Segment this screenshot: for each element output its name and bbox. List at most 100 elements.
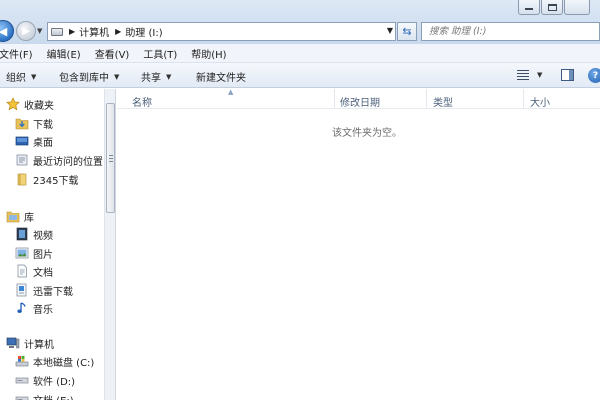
refresh-icon: ⇆ [402,25,412,38]
file-list-pane[interactable]: ▲ 名称 修改日期 类型 大小 该文件夹为空。 [117,88,600,400]
minimize-icon [525,8,533,10]
refresh-button[interactable]: ⇆ [397,22,417,41]
new-folder-button[interactable]: 新建文件夹 [196,69,246,84]
nav-item-drive-d[interactable]: 软件 (D:) [15,371,75,389]
nav-item-label: 视频 [33,230,53,242]
breadcrumb-separator-icon[interactable]: ▶ [69,27,75,36]
nav-item-pictures[interactable]: 图片 [15,244,53,262]
nav-item-label: 软件 (D:) [33,376,76,388]
command-bar: 组织 ▼ 包含到库中 ▼ 共享 ▼ 新建文件夹 ▼ ? [0,63,600,88]
column-size-header[interactable]: 大小 [530,94,550,109]
nav-libraries-label: 库 [24,212,34,224]
nav-item-label: 音乐 [33,304,53,316]
menu-file[interactable]: 文件(F) [0,46,33,61]
nav-item-drive-e[interactable]: 文档 (E:) [15,390,74,400]
hard-drive-icon [15,377,29,384]
forward-arrow-icon: ▶ [22,25,30,37]
nav-item-videos[interactable]: 视频 [15,225,53,243]
music-note-icon [17,302,26,313]
nav-item-label: 图片 [33,249,53,261]
column-name-header[interactable]: 名称 [132,94,152,109]
share-label: 共享 [141,73,161,84]
star-icon [6,97,20,111]
hard-drive-icon [15,396,29,400]
desktop-icon [15,136,29,146]
preview-pane-icon[interactable] [561,69,574,81]
menu-view[interactable]: 查看(V) [95,46,130,61]
menu-tools[interactable]: 工具(T) [143,46,177,61]
share-button[interactable]: 共享 ▼ [141,69,172,85]
nav-computer-label: 计算机 [24,339,54,351]
documents-library-icon [17,264,27,278]
back-arrow-icon: ◀ [0,24,8,38]
nav-item-label: 桌面 [33,137,53,149]
thunder-downloads-icon [16,283,27,297]
menu-edit[interactable]: 编辑(E) [47,46,81,61]
maximize-icon [547,3,557,11]
nav-libraries[interactable]: 库 [6,207,34,225]
scrollbar-thumb[interactable] [106,103,115,213]
nav-item-thunder-downloads[interactable]: 迅雷下载 [15,281,73,299]
nav-item-2345-downloads[interactable]: 2345下载 [15,170,78,188]
downloads-folder-icon [15,118,29,130]
column-divider[interactable] [523,89,524,109]
include-in-library-label: 包含到库中 [59,73,109,84]
nav-favorites[interactable]: 收藏夹 [6,95,54,113]
column-divider[interactable] [334,89,335,109]
folder-icon [17,173,27,186]
chevron-down-icon: ▼ [114,72,120,81]
breadcrumb-separator-icon[interactable]: ▶ [115,27,121,36]
system-drive-icon [15,356,29,367]
address-bar[interactable]: ▶ 计算机 ▶ 助理 (I:) ▼ [47,22,396,41]
help-icon[interactable]: ? [588,68,600,83]
column-divider[interactable] [426,89,427,109]
nav-item-documents[interactable]: 文档 [15,262,53,280]
nav-item-label: 本地磁盘 (C:) [33,357,95,369]
breadcrumb-drive[interactable]: 助理 (I:) [125,24,162,39]
organize-label: 组织 [6,73,26,84]
include-in-library-button[interactable]: 包含到库中 ▼ [59,69,120,85]
column-header-row: ▲ 名称 修改日期 类型 大小 [117,88,600,109]
nav-item-label: 文档 (E:) [33,392,74,400]
nav-favorites-label: 收藏夹 [24,100,54,112]
computer-icon [6,337,20,349]
search-input[interactable] [429,24,579,39]
nav-item-downloads[interactable]: 下载 [15,114,53,132]
back-button[interactable]: ◀ [0,20,14,42]
navigation-pane-scrollbar[interactable] [104,89,116,400]
nav-item-label: 最近访问的位置 [33,156,103,168]
view-options-chevron-icon[interactable]: ▼ [537,71,542,79]
close-button[interactable] [564,0,590,15]
address-history-chevron-icon[interactable]: ▼ [387,26,393,35]
empty-folder-message: 该文件夹为空。 [332,128,402,139]
nav-item-music[interactable]: 音乐 [15,299,53,317]
minimize-button[interactable] [518,0,540,15]
forward-button[interactable]: ▶ [16,21,36,41]
nav-item-label: 下载 [33,119,53,131]
breadcrumb-computer[interactable]: 计算机 [79,24,109,39]
navigation-bar: ◀ ▶ ▼ ▶ 计算机 ▶ 助理 (I:) ▼ ⇆ [0,18,600,44]
nav-item-recent-places[interactable]: 最近访问的位置 [15,151,103,169]
change-view-icon[interactable] [517,70,529,80]
nav-item-label: 2345下载 [33,175,79,187]
search-box[interactable] [421,22,600,41]
organize-button[interactable]: 组织 ▼ [6,69,37,85]
nav-item-label: 文档 [33,267,53,279]
menu-bar: 文件(F) 编辑(E) 查看(V) 工具(T) 帮助(H) [0,44,600,63]
scrollbar-grip-icon [109,155,113,162]
nav-item-desktop[interactable]: 桌面 [15,132,53,150]
menu-help[interactable]: 帮助(H) [191,46,226,61]
chevron-down-icon: ▼ [31,72,37,81]
pictures-library-icon [15,247,29,259]
recent-places-icon [16,154,28,166]
recent-pages-chevron-icon[interactable]: ▼ [37,27,42,35]
new-folder-label: 新建文件夹 [196,73,246,84]
nav-computer[interactable]: 计算机 [6,334,54,352]
column-modified-header[interactable]: 修改日期 [340,94,380,109]
nav-item-local-disk-c[interactable]: 本地磁盘 (C:) [15,352,94,370]
window-frame [0,0,600,18]
chevron-down-icon: ▼ [166,72,172,81]
maximize-button[interactable] [541,0,563,15]
video-library-icon [16,227,28,241]
column-type-header[interactable]: 类型 [433,94,453,109]
